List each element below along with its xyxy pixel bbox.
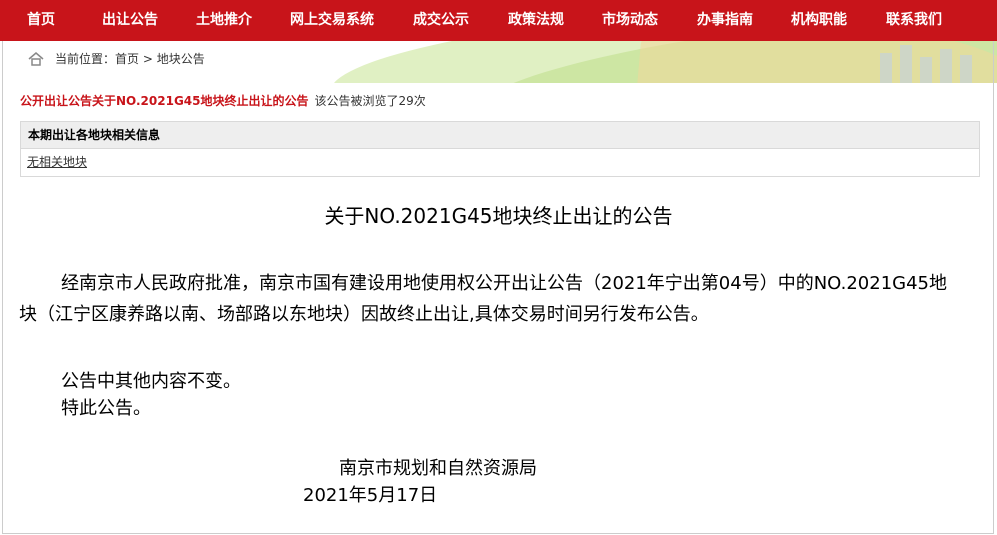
no-parcel-link[interactable]: 无相关地块 [27, 155, 87, 169]
parcel-info-header: 本期出让各地块相关信息 [21, 122, 979, 149]
nav-item-online-trading[interactable]: 网上交易系统 [290, 0, 374, 41]
nav-item-guide[interactable]: 办事指南 [697, 0, 753, 41]
notice-title-line: 公开出让公告关于NO.2021G45地块终止出让的公告 该公告被浏览了29次 [20, 92, 426, 109]
breadcrumb-separator: > [139, 52, 157, 66]
nav-item-policies[interactable]: 政策法规 [508, 0, 564, 41]
nav-item-land-promotion[interactable]: 土地推介 [196, 0, 252, 41]
breadcrumb-home-link[interactable]: 首页 [115, 52, 139, 66]
nav-item-organization[interactable]: 机构职能 [791, 0, 847, 41]
notice-title: 公开出让公告关于NO.2021G45地块终止出让的公告 [20, 94, 309, 108]
nav-item-home[interactable]: 首页 [27, 0, 55, 41]
nav-item-transfer-announcements[interactable]: 出让公告 [102, 0, 158, 41]
breadcrumb-current: 地块公告 [156, 52, 205, 66]
document-paragraph: 特此公告。 [61, 398, 151, 419]
nav-item-market-news[interactable]: 市场动态 [602, 0, 658, 41]
home-icon [28, 52, 44, 66]
breadcrumb: 当前位置：首页 > 地块公告 [55, 47, 205, 71]
document-paragraph: 经南京市人民政府批准，南京市国有建设用地使用权公开出让公告（2021年宁出第04… [19, 273, 947, 325]
view-count: 该公告被浏览了29次 [314, 94, 426, 108]
top-nav-bar: 首页 出让公告 土地推介 网上交易系统 成交公示 政策法规 市场动态 办事指南 … [0, 0, 997, 41]
breadcrumb-prefix: 当前位置： [55, 52, 116, 66]
parcel-info-row: 无相关地块 [21, 149, 979, 175]
document-title: 关于NO.2021G45地块终止出让的公告 [324, 204, 673, 228]
signature-organization: 南京市规划和自然资源局 [339, 458, 537, 479]
nav-item-deal-publicity[interactable]: 成交公示 [413, 0, 469, 41]
signature-date: 2021年5月17日 [303, 485, 438, 506]
nav-item-contact[interactable]: 联系我们 [886, 0, 942, 41]
parcel-info-table: 本期出让各地块相关信息 无相关地块 [20, 121, 980, 177]
